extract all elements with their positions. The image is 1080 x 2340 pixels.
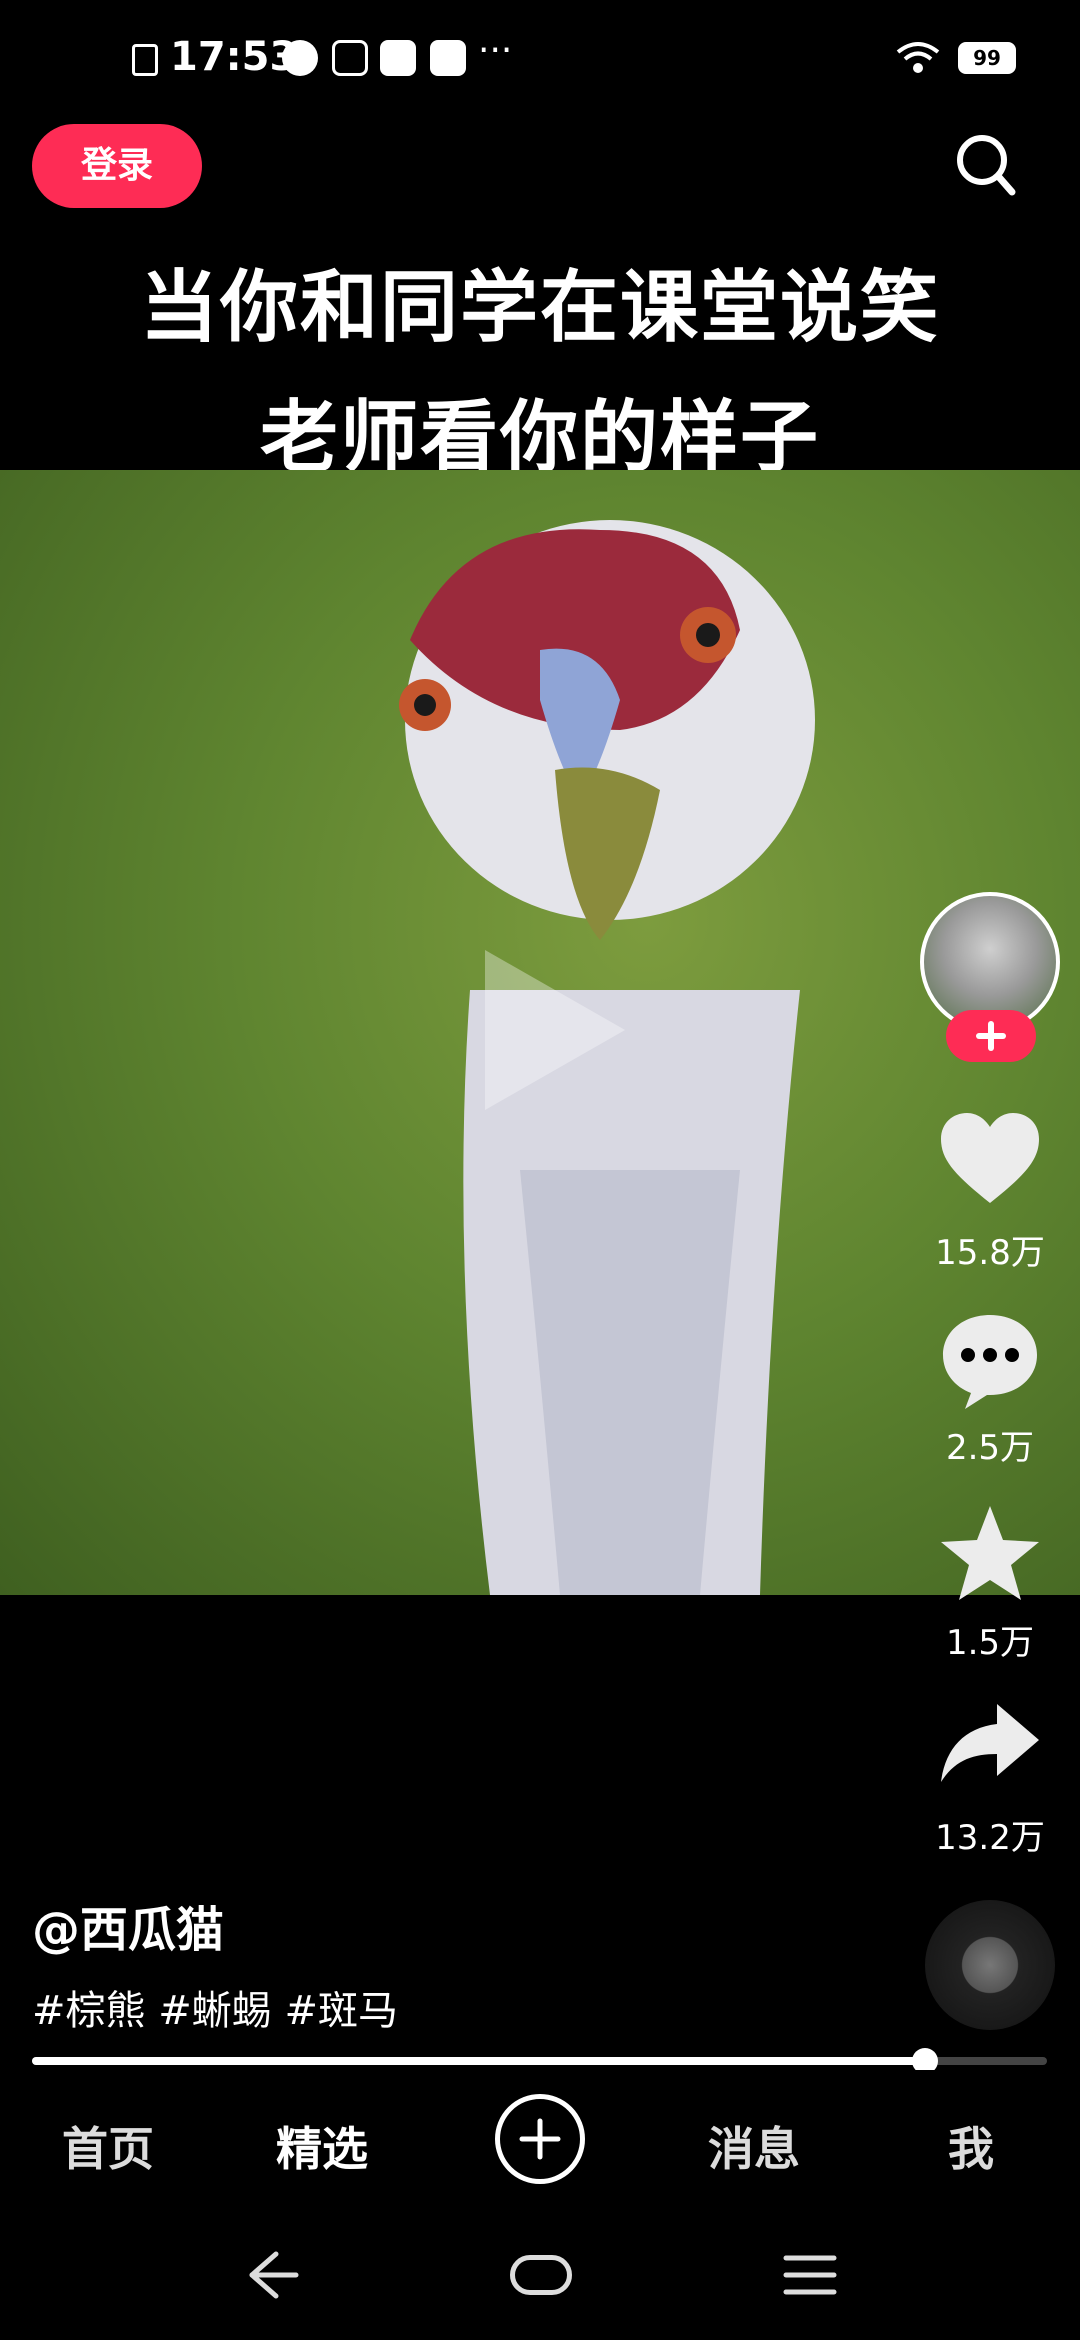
wifi-icon [896, 42, 940, 73]
follow-button[interactable] [946, 1010, 1036, 1062]
music-disc[interactable] [925, 1900, 1055, 2030]
plus-icon [519, 2118, 561, 2160]
search-icon[interactable] [950, 124, 1020, 204]
video-caption-line1: 当你和同学在课堂说笑 [139, 263, 940, 353]
like-count: 15.8万 [935, 1233, 1045, 1273]
app-notification-icon [380, 40, 416, 76]
sim-icon [132, 44, 158, 76]
heart-icon[interactable] [935, 1105, 1045, 1215]
home-nav-icon[interactable] [510, 2255, 572, 2295]
hashtags[interactable]: #棕熊 #蜥蜴 #斑马 [32, 1978, 398, 2036]
tab-messages[interactable]: 消息 [708, 2113, 800, 2179]
play-icon[interactable] [475, 940, 635, 1120]
comment-count: 2.5万 [945, 1428, 1035, 1468]
back-icon[interactable] [240, 2240, 300, 2310]
star-icon[interactable] [935, 1500, 1045, 1610]
comment-icon[interactable] [935, 1305, 1045, 1415]
share-count: 13.2万 [935, 1818, 1045, 1858]
plus-icon [976, 1021, 1006, 1051]
author-name[interactable]: @西瓜猫 [32, 1890, 224, 1960]
app-notification-icon [282, 40, 318, 76]
tab-me[interactable]: 我 [948, 2113, 994, 2179]
status-time: 17:53 [170, 34, 298, 80]
add-button[interactable] [495, 2094, 585, 2184]
tab-featured[interactable]: 精选 [276, 2113, 368, 2179]
app-notification-icon [332, 40, 368, 76]
menu-icon[interactable] [780, 2240, 840, 2310]
login-button[interactable]: 登录 [32, 124, 202, 208]
favorite-count: 1.5万 [945, 1623, 1035, 1663]
progress-fill [32, 2057, 926, 2065]
battery-indicator: 99 [958, 42, 1016, 74]
more-notifications-icon: ··· [478, 30, 513, 71]
tab-home[interactable]: 首页 [62, 2113, 154, 2179]
share-icon[interactable] [935, 1690, 1045, 1800]
app-notification-icon [430, 40, 466, 76]
